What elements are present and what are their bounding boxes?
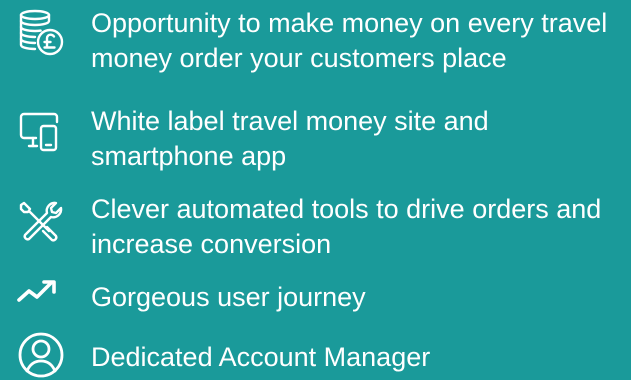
user-circle-icon — [16, 330, 66, 380]
feature-text: Opportunity to make money on every trave… — [91, 8, 608, 73]
trending-up-icon — [16, 276, 66, 326]
feature-text: Gorgeous user journey — [91, 282, 366, 312]
feature-text: Dedicated Account Manager — [91, 342, 431, 372]
feature-text: White label travel money site and smartp… — [91, 106, 489, 171]
feature-text: Clever automated tools to drive orders a… — [91, 194, 602, 259]
tools-icon — [16, 198, 66, 248]
coins-pound-icon — [16, 8, 66, 58]
features-panel: Opportunity to make money on every trave… — [0, 0, 631, 380]
devices-icon — [16, 106, 66, 156]
